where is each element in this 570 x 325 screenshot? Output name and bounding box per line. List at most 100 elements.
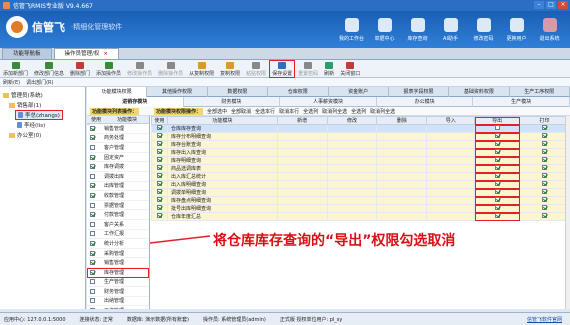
module-row[interactable]: 销售管理 (87, 124, 149, 134)
select-col-link[interactable]: 全选列 (303, 108, 318, 115)
perm-tab-4[interactable]: 资金账户 (329, 87, 389, 97)
doc-tab-1[interactable]: 操作员管理/权 × (53, 48, 119, 59)
export-checkbox[interactable] (494, 173, 500, 178)
use-checkbox[interactable] (156, 181, 162, 186)
module-checkbox[interactable] (90, 260, 95, 266)
use-checkbox[interactable] (156, 165, 162, 170)
module-tab-0[interactable]: 进销存模块 (87, 97, 184, 107)
module-checkbox[interactable] (90, 221, 95, 227)
module-tab-3[interactable]: 办公模块 (377, 97, 474, 107)
module-checkbox[interactable] (90, 173, 95, 179)
module-row[interactable]: 付款管理 (87, 210, 149, 220)
export-checkbox[interactable] (494, 141, 500, 146)
module-checkbox[interactable] (90, 279, 95, 285)
perm-tab-0[interactable]: 功能模块权限 (87, 87, 148, 97)
nav-button-4[interactable]: 修改密码 (467, 13, 500, 46)
scrollbar[interactable] (565, 116, 570, 309)
tree-dept-sales[interactable]: 销售部(1) (9, 101, 41, 109)
module-row[interactable]: 收款管理 (87, 191, 149, 201)
module-row[interactable]: 工资管理 (87, 306, 149, 309)
export-checkbox[interactable] (494, 205, 500, 210)
module-row[interactable]: 客户管理 (87, 143, 149, 153)
use-checkbox[interactable] (156, 197, 162, 202)
export-checkbox[interactable] (494, 133, 500, 138)
module-row[interactable]: 库存管理 (87, 267, 149, 278)
module-tab-4[interactable]: 生产模块 (473, 97, 570, 107)
print-checkbox[interactable] (542, 197, 548, 202)
select-all-link[interactable]: 全部选中 (207, 108, 227, 115)
print-checkbox[interactable] (542, 125, 548, 130)
module-checkbox[interactable] (90, 183, 95, 189)
perm-tab-5[interactable]: 报表字段权限 (389, 87, 450, 97)
minimize-icon[interactable]: – (534, 1, 544, 9)
perm-tab-2[interactable]: 数据权限 (208, 87, 269, 97)
use-checkbox[interactable] (156, 157, 162, 162)
nav-button-6[interactable]: 退出系统 (533, 13, 566, 46)
close-icon[interactable]: × (558, 1, 568, 9)
print-checkbox[interactable] (542, 181, 548, 186)
module-checkbox[interactable] (90, 202, 95, 208)
module-checkbox[interactable] (90, 212, 95, 218)
toolbar-button-11[interactable]: 刷新 (321, 60, 337, 78)
module-checkbox[interactable] (90, 308, 95, 309)
export-checkbox[interactable] (494, 165, 500, 170)
module-row[interactable]: 销售管理 (87, 258, 149, 268)
module-tab-2[interactable]: 人事薪资模块 (280, 97, 377, 107)
use-checkbox[interactable] (156, 189, 162, 194)
print-checkbox[interactable] (542, 189, 548, 194)
toolbar-button-8[interactable]: 粘贴权限 (243, 60, 269, 78)
toolbar-button-9[interactable]: 保存设置 (269, 60, 296, 78)
nav-button-5[interactable]: 更换用户 (500, 13, 533, 46)
module-checkbox[interactable] (90, 250, 95, 256)
use-checkbox[interactable] (156, 125, 162, 130)
perm-tab-7[interactable]: 生产工序权限 (510, 87, 570, 97)
module-row[interactable]: 工作汇报 (87, 230, 149, 240)
cancel-all-link[interactable]: 全部取消 (231, 108, 251, 115)
module-checkbox[interactable] (90, 135, 95, 141)
print-checkbox[interactable] (542, 133, 548, 138)
tree-root[interactable]: 管理员(系统) (3, 91, 43, 99)
nav-button-2[interactable]: 库存查询 (401, 13, 434, 46)
module-row[interactable]: 客户关系 (87, 220, 149, 230)
toolbar-button-10[interactable]: 重置密码 (295, 60, 321, 78)
print-checkbox[interactable] (542, 205, 548, 210)
tree-user-2[interactable]: 李经(lis) (17, 121, 45, 129)
module-row[interactable]: 出纳管理 (87, 297, 149, 307)
toolbar-button-7[interactable]: 复制权限 (217, 60, 243, 78)
module-row[interactable]: 商务处理 (87, 134, 149, 144)
module-row[interactable]: 生产管理 (87, 278, 149, 288)
use-checkbox[interactable] (156, 133, 162, 138)
maximize-icon[interactable]: □ (546, 1, 556, 9)
module-checkbox[interactable] (90, 288, 95, 294)
tree-user-selected[interactable]: 李总(zhangs) (15, 110, 63, 120)
cancel-col-link[interactable]: 取消列全选 (322, 108, 347, 115)
module-row[interactable]: 调拨出库 (87, 172, 149, 182)
print-checkbox[interactable] (542, 165, 548, 170)
print-checkbox[interactable] (542, 149, 548, 154)
cancel-row-link[interactable]: 取消本行 (279, 108, 299, 115)
toolbar-button-5[interactable]: 删除操作员 (155, 60, 186, 78)
toolbar-button-12[interactable]: 关闭窗口 (337, 60, 363, 78)
export-checkbox[interactable] (494, 197, 500, 202)
load-dept-link[interactable]: 调出部门(R) (26, 79, 53, 86)
cancel-col-link-2[interactable]: 取消列全选 (370, 108, 395, 115)
print-checkbox[interactable] (542, 173, 548, 178)
print-checkbox[interactable] (542, 213, 548, 218)
nav-button-3[interactable]: AI助手 (434, 13, 467, 46)
module-checkbox[interactable] (90, 269, 95, 275)
nav-button-0[interactable]: 我的工作台 (335, 13, 368, 46)
module-checkbox[interactable] (90, 154, 95, 160)
select-col-link-2[interactable]: 全选列 (351, 108, 366, 115)
use-checkbox[interactable] (156, 149, 162, 154)
module-checkbox[interactable] (90, 164, 95, 170)
export-checkbox[interactable] (494, 181, 500, 186)
export-checkbox[interactable] (494, 213, 500, 218)
module-checkbox[interactable] (90, 240, 95, 246)
perm-tab-6[interactable]: 基础资料权限 (449, 87, 510, 97)
module-checkbox[interactable] (90, 192, 95, 198)
module-row[interactable]: 库存调拨 (87, 162, 149, 172)
tree-dept-office[interactable]: 办公室(0) (9, 131, 41, 139)
module-row[interactable]: 出库管理 (87, 182, 149, 192)
module-row[interactable]: 财务管理 (87, 287, 149, 297)
perm-tab-3[interactable]: 仓库权限 (268, 87, 329, 97)
